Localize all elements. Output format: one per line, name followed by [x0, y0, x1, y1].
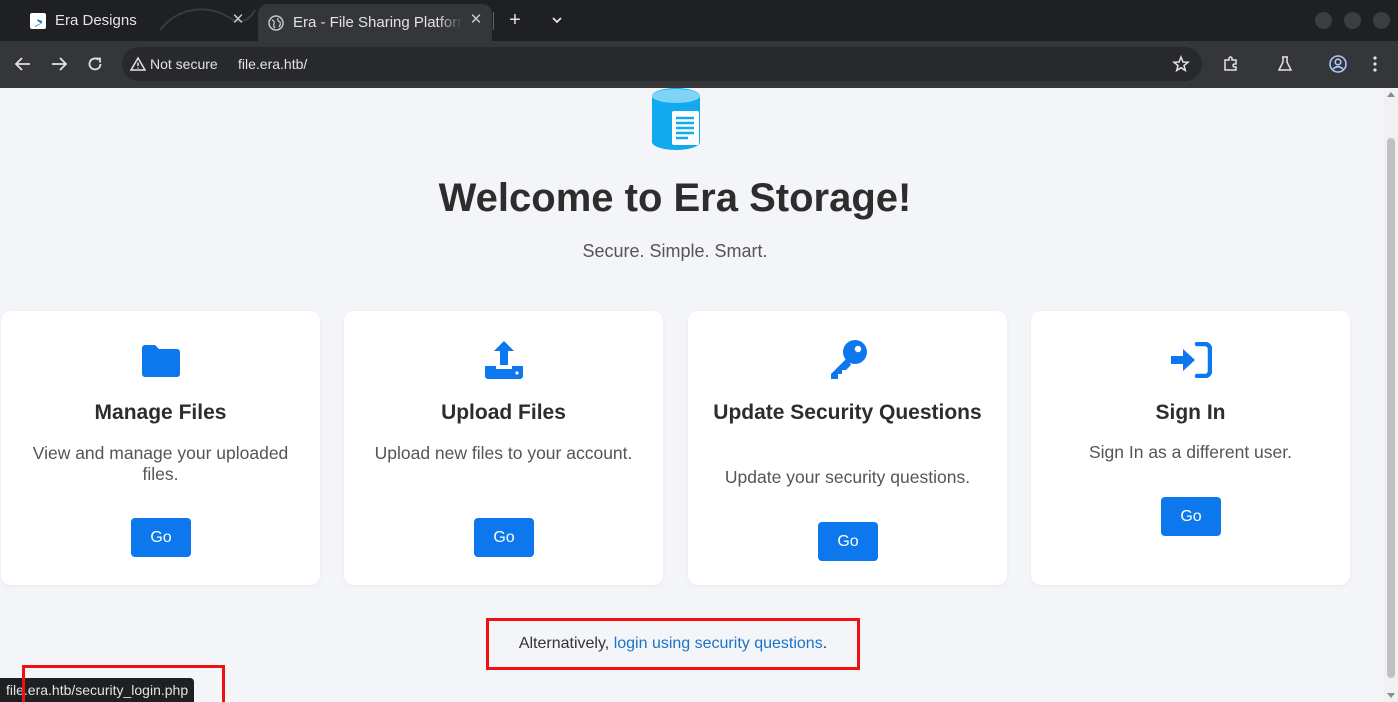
warning-icon	[130, 56, 146, 71]
bookmark-star-icon[interactable]	[1170, 53, 1192, 75]
card-description: Upload new files to your account.	[374, 443, 633, 463]
key-icon	[827, 338, 869, 380]
security-label: Not secure	[150, 56, 218, 72]
reload-icon[interactable]	[84, 53, 106, 75]
upload-icon	[483, 338, 525, 380]
close-tab-icon[interactable]: ✕	[468, 12, 484, 28]
new-tab-icon[interactable]: +	[505, 10, 525, 30]
sign-in-go-button[interactable]: Go	[1161, 497, 1221, 536]
bing-icon	[30, 12, 46, 29]
close-tab-icon[interactable]: ✕	[230, 12, 246, 28]
security-questions-login-link[interactable]: login using security questions	[614, 635, 823, 653]
card-description: Update your security questions.	[724, 467, 971, 487]
card-description: Sign In as a different user.	[1088, 442, 1292, 462]
alternative-login: Alternatively, login using security ques…	[486, 618, 860, 670]
browser-toolbar: Not secure file.era.htb/	[0, 41, 1398, 88]
address-bar[interactable]: Not secure file.era.htb/	[122, 47, 1202, 81]
menu-kebab-icon[interactable]	[1364, 53, 1386, 75]
labs-flask-icon[interactable]	[1274, 53, 1296, 75]
tab-title: Era Designs	[55, 12, 137, 29]
tab-era-file-sharing[interactable]: Era - File Sharing Platform ✕	[258, 4, 492, 41]
alternative-prefix: Alternatively,	[518, 635, 610, 652]
card-manage-files: Manage Files View and manage your upload…	[1, 311, 320, 585]
scrollbar[interactable]	[1384, 88, 1398, 702]
alternative-suffix: .	[822, 635, 828, 652]
scroll-thumb[interactable]	[1387, 138, 1395, 678]
upload-files-go-button[interactable]: Go	[474, 518, 534, 557]
minimize-button[interactable]	[1315, 12, 1332, 29]
back-icon[interactable]	[12, 53, 34, 75]
scroll-down-arrow-icon[interactable]	[1387, 693, 1395, 698]
card-title: Update Security Questions	[713, 401, 982, 424]
scroll-up-arrow-icon[interactable]	[1387, 92, 1395, 97]
tab-bar: Era Designs ✕ Era - File Sharing Platfor…	[0, 0, 1398, 41]
extensions-icon[interactable]	[1220, 53, 1242, 75]
forward-icon[interactable]	[48, 53, 70, 75]
card-title: Manage Files	[94, 401, 227, 424]
tagline: Secure. Simple. Smart.	[582, 241, 768, 261]
tab-search-chevron-icon[interactable]	[547, 10, 567, 30]
globe-icon	[268, 14, 284, 31]
card-title: Sign In	[1155, 401, 1226, 424]
file-storage-icon	[652, 88, 700, 150]
card-update-security-questions: Update Security Questions Update your se…	[688, 311, 1007, 585]
close-window-button[interactable]	[1373, 12, 1390, 29]
page-title: Welcome to Era Storage!	[438, 176, 912, 220]
url-text[interactable]: file.era.htb/	[238, 56, 307, 72]
tab-title: Era - File Sharing Platform	[293, 14, 463, 31]
folder-icon	[140, 339, 182, 381]
maximize-button[interactable]	[1344, 12, 1361, 29]
card-upload-files: Upload Files Upload new files to your ac…	[344, 311, 663, 585]
card-title: Upload Files	[441, 401, 566, 424]
card-sign-in: Sign In Sign In as a different user. Go	[1031, 311, 1350, 585]
profile-icon[interactable]	[1327, 53, 1349, 75]
tab-separator	[493, 12, 494, 30]
update-security-questions-go-button[interactable]: Go	[818, 522, 878, 561]
page-viewport: Welcome to Era Storage! Secure. Simple. …	[0, 88, 1384, 702]
status-highlight-box	[22, 665, 225, 702]
sign-in-icon	[1170, 339, 1212, 381]
site-security-chip[interactable]: Not secure	[130, 51, 218, 77]
tab-era-designs[interactable]: Era Designs ✕	[20, 0, 254, 41]
manage-files-go-button[interactable]: Go	[131, 518, 191, 557]
card-description: View and manage your uploaded files.	[32, 443, 289, 484]
